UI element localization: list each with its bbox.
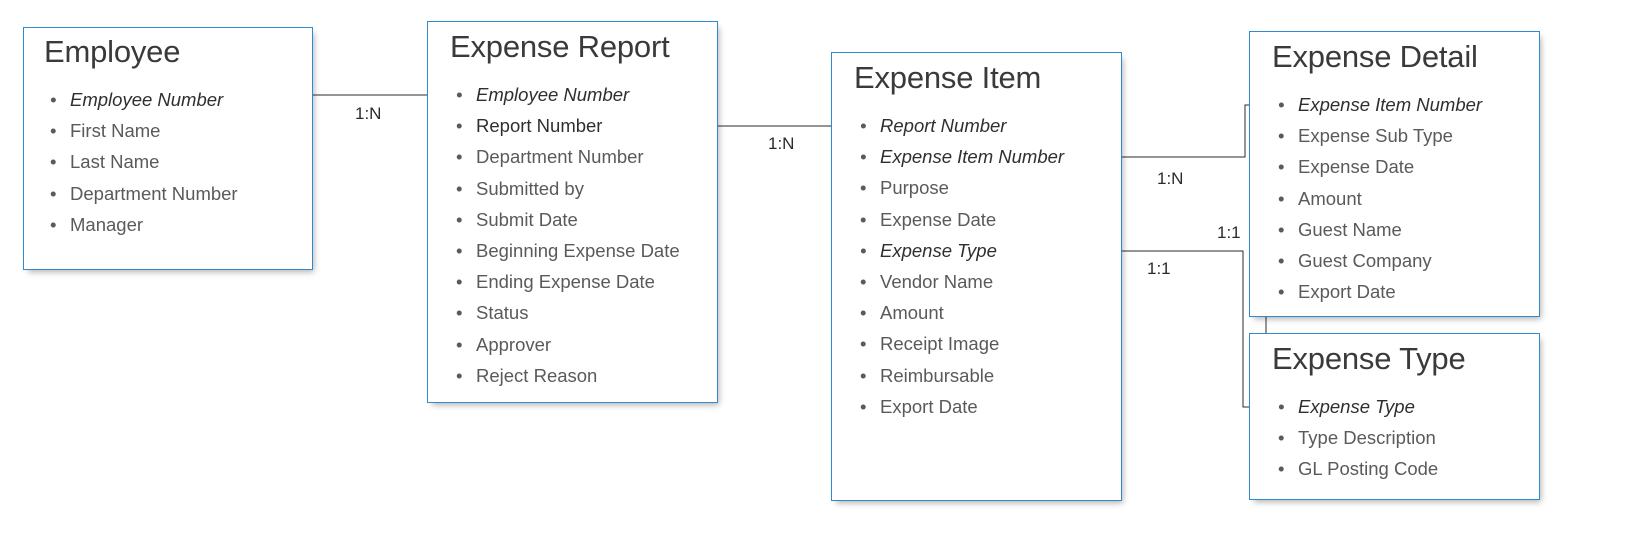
entity-title-expense-type: Expense Type <box>1272 341 1466 376</box>
entity-title-expense-detail: Expense Detail <box>1272 39 1478 74</box>
attribute-item: Reject Reason <box>454 360 680 391</box>
attribute-item: Manager <box>48 209 238 240</box>
er-diagram-canvas: 1:N 1:N 1:N 1:1 1:1 Employee Employee Nu… <box>0 0 1636 559</box>
attribute-item: Purpose <box>858 172 1064 203</box>
entity-title-expense-item: Expense Item <box>854 60 1042 95</box>
entity-title-expense-report: Expense Report <box>450 29 670 64</box>
entity-box-expense-type[interactable]: Expense Type Expense TypeType Descriptio… <box>1249 333 1540 500</box>
attribute-item: Status <box>454 297 680 328</box>
entity-box-expense-detail[interactable]: Expense Detail Expense Item NumberExpens… <box>1249 31 1540 317</box>
attribute-list-expense-item: Report NumberExpense Item NumberPurposeE… <box>858 110 1064 422</box>
cardinality-expense-item-expense-detail: 1:N <box>1157 169 1184 188</box>
attribute-item: Expense Type <box>858 235 1064 266</box>
entity-box-expense-item[interactable]: Expense Item Report NumberExpense Item N… <box>831 52 1122 501</box>
entity-title-employee: Employee <box>44 34 181 69</box>
entity-box-employee[interactable]: Employee Employee NumberFirst NameLast N… <box>23 27 313 270</box>
attribute-item: Amount <box>1276 183 1482 214</box>
attribute-item: Expense Type <box>1276 391 1438 422</box>
attribute-list-expense-type: Expense TypeType DescriptionGL Posting C… <box>1276 391 1438 485</box>
attribute-item: Guest Name <box>1276 214 1482 245</box>
attribute-item: Expense Sub Type <box>1276 120 1482 151</box>
attribute-item: Report Number <box>454 110 680 141</box>
attribute-item: Approver <box>454 329 680 360</box>
attribute-item: Receipt Image <box>858 328 1064 359</box>
attribute-item: Expense Date <box>858 204 1064 235</box>
attribute-item: Expense Item Number <box>1276 89 1482 120</box>
attribute-item: Ending Expense Date <box>454 266 680 297</box>
attribute-item: Submit Date <box>454 204 680 235</box>
attribute-item: Expense Date <box>1276 151 1482 182</box>
cardinality-expense-item-expense-type: 1:1 <box>1147 259 1171 278</box>
attribute-item: Employee Number <box>48 84 238 115</box>
attribute-item: GL Posting Code <box>1276 453 1438 484</box>
attribute-list-expense-report: Employee NumberReport NumberDepartment N… <box>454 79 680 391</box>
attribute-list-employee: Employee NumberFirst NameLast NameDepart… <box>48 84 238 240</box>
attribute-list-expense-detail: Expense Item NumberExpense Sub TypeExpen… <box>1276 89 1482 308</box>
attribute-item: Export Date <box>1276 276 1482 307</box>
attribute-item: Last Name <box>48 146 238 177</box>
attribute-item: Expense Item Number <box>858 141 1064 172</box>
attribute-item: Vendor Name <box>858 266 1064 297</box>
attribute-item: Amount <box>858 297 1064 328</box>
entity-box-expense-report[interactable]: Expense Report Employee NumberReport Num… <box>427 21 718 403</box>
cardinality-expense-detail-expense-type: 1:1 <box>1217 223 1241 242</box>
cardinality-employee-expense-report: 1:N <box>355 104 382 123</box>
attribute-item: Guest Company <box>1276 245 1482 276</box>
cardinality-expense-report-expense-item: 1:N <box>768 134 795 153</box>
attribute-item: Type Description <box>1276 422 1438 453</box>
attribute-item: Department Number <box>48 178 238 209</box>
attribute-item: Submitted by <box>454 173 680 204</box>
attribute-item: Reimbursable <box>858 360 1064 391</box>
attribute-item: Export Date <box>858 391 1064 422</box>
attribute-item: Beginning Expense Date <box>454 235 680 266</box>
attribute-item: Department Number <box>454 141 680 172</box>
attribute-item: Employee Number <box>454 79 680 110</box>
attribute-item: Report Number <box>858 110 1064 141</box>
attribute-item: First Name <box>48 115 238 146</box>
